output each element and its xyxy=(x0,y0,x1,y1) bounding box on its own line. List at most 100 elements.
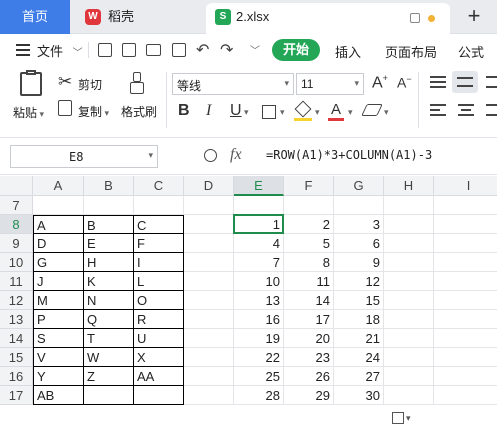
cell-f8[interactable]: 2 xyxy=(284,215,334,234)
cell-f14[interactable]: 20 xyxy=(284,329,334,348)
column-header-e[interactable]: E xyxy=(234,176,284,196)
increase-font-icon[interactable]: A+ xyxy=(372,73,388,92)
font-name-select[interactable]: 等线 ▾ xyxy=(172,73,294,95)
cell-f13[interactable]: 17 xyxy=(284,310,334,329)
cell-d14[interactable] xyxy=(184,329,234,348)
cell-g17[interactable]: 30 xyxy=(334,386,384,405)
clear-format-icon[interactable] xyxy=(361,104,383,116)
cell-a15[interactable]: V xyxy=(33,348,84,367)
cell-e8[interactable]: 1 xyxy=(234,215,284,234)
cell-g14[interactable]: 21 xyxy=(334,329,384,348)
cell-h15[interactable] xyxy=(384,348,434,367)
column-header-d[interactable]: D xyxy=(184,176,234,196)
column-header-g[interactable]: G xyxy=(334,176,384,196)
cell-a13[interactable]: P xyxy=(33,310,84,329)
cell-b17[interactable] xyxy=(84,386,134,405)
align-middle-icon[interactable] xyxy=(452,71,478,93)
tab-active-file[interactable]: S 2.xlsx xyxy=(206,3,450,34)
row-header-12[interactable]: 12 xyxy=(0,291,33,310)
paste-button[interactable]: 粘贴 ▾ xyxy=(13,104,44,121)
cell-i11[interactable] xyxy=(434,272,497,291)
cell-g15[interactable]: 24 xyxy=(334,348,384,367)
cell-i13[interactable] xyxy=(434,310,497,329)
copy-icon[interactable] xyxy=(58,100,72,116)
fill-color-icon[interactable] xyxy=(294,100,312,121)
row-header-16[interactable]: 16 xyxy=(0,367,33,386)
column-header-b[interactable]: B xyxy=(84,176,134,196)
font-size-select[interactable]: 11 ▾ xyxy=(296,73,364,95)
cell-a14[interactable]: S xyxy=(33,329,84,348)
cell-i17[interactable] xyxy=(434,386,497,405)
cell-h14[interactable] xyxy=(384,329,434,348)
fill-color-dropdown-icon[interactable]: ▾ xyxy=(315,107,320,118)
cell-e7[interactable] xyxy=(234,196,284,215)
redo-icon[interactable]: ↷ xyxy=(220,40,233,60)
cell-c13[interactable]: R xyxy=(134,310,184,329)
cell-a9[interactable]: D xyxy=(33,234,84,253)
underline-button[interactable]: U xyxy=(230,102,242,120)
cell-g7[interactable] xyxy=(334,196,384,215)
column-header-i[interactable]: I xyxy=(434,176,497,196)
cell-d13[interactable] xyxy=(184,310,234,329)
align-bottom-icon[interactable] xyxy=(486,76,497,88)
bold-button[interactable]: B xyxy=(178,102,190,120)
cell-g9[interactable]: 6 xyxy=(334,234,384,253)
formula-input[interactable]: =ROW(A1)*3+COLUMN(A1)-3 xyxy=(266,148,432,162)
cell-i10[interactable] xyxy=(434,253,497,272)
cell-c9[interactable]: F xyxy=(134,234,184,253)
font-color-dropdown-icon[interactable]: ▾ xyxy=(348,107,353,118)
tab-page-layout[interactable]: 页面布局 xyxy=(385,42,437,61)
cell-b15[interactable]: W xyxy=(84,348,134,367)
cell-e11[interactable]: 10 xyxy=(234,272,284,291)
cell-f12[interactable]: 14 xyxy=(284,291,334,310)
cut-icon[interactable]: ✂ xyxy=(58,72,72,92)
cell-d12[interactable] xyxy=(184,291,234,310)
cell-c16[interactable]: AA xyxy=(134,367,184,386)
cell-c7[interactable] xyxy=(134,196,184,215)
cell-d11[interactable] xyxy=(184,272,234,291)
cell-f17[interactable]: 29 xyxy=(284,386,334,405)
border-icon[interactable] xyxy=(262,105,276,119)
italic-button[interactable]: I xyxy=(206,102,211,120)
cell-b8[interactable]: B xyxy=(84,215,134,234)
cell-h7[interactable] xyxy=(384,196,434,215)
row-header-13[interactable]: 13 xyxy=(0,310,33,329)
cell-a11[interactable]: J xyxy=(33,272,84,291)
file-menu[interactable]: 文件 ﹀ xyxy=(37,41,83,60)
cell-i9[interactable] xyxy=(434,234,497,253)
new-tab-button[interactable]: + xyxy=(462,2,486,30)
cell-e13[interactable]: 16 xyxy=(234,310,284,329)
cell-d17[interactable] xyxy=(184,386,234,405)
cell-b16[interactable]: Z xyxy=(84,367,134,386)
cell-e9[interactable]: 4 xyxy=(234,234,284,253)
cell-g16[interactable]: 27 xyxy=(334,367,384,386)
align-center-icon[interactable] xyxy=(458,104,474,116)
row-header-7[interactable]: 7 xyxy=(0,196,33,215)
align-right-icon[interactable] xyxy=(486,104,497,116)
cell-b10[interactable]: H xyxy=(84,253,134,272)
cell-c11[interactable]: L xyxy=(134,272,184,291)
cell-h9[interactable] xyxy=(384,234,434,253)
tab-formulas[interactable]: 公式 xyxy=(458,42,484,61)
font-color-button[interactable]: A xyxy=(328,101,344,121)
minimize-icon[interactable] xyxy=(410,13,420,23)
export-icon[interactable] xyxy=(122,43,136,57)
cell-h16[interactable] xyxy=(384,367,434,386)
save-icon[interactable] xyxy=(98,43,112,57)
cell-c10[interactable]: I xyxy=(134,253,184,272)
row-header-9[interactable]: 9 xyxy=(0,234,33,253)
column-header-h[interactable]: H xyxy=(384,176,434,196)
print-preview-icon[interactable] xyxy=(172,43,186,57)
cell-a7[interactable] xyxy=(33,196,84,215)
cell-d9[interactable] xyxy=(184,234,234,253)
cell-b9[interactable]: E xyxy=(84,234,134,253)
cut-label[interactable]: 剪切 xyxy=(78,76,102,93)
cell-f9[interactable]: 5 xyxy=(284,234,334,253)
cell-b12[interactable]: N xyxy=(84,291,134,310)
row-header-10[interactable]: 10 xyxy=(0,253,33,272)
cell-i14[interactable] xyxy=(434,329,497,348)
cell-f11[interactable]: 11 xyxy=(284,272,334,291)
cell-h10[interactable] xyxy=(384,253,434,272)
cell-b11[interactable]: K xyxy=(84,272,134,291)
cell-b14[interactable]: T xyxy=(84,329,134,348)
